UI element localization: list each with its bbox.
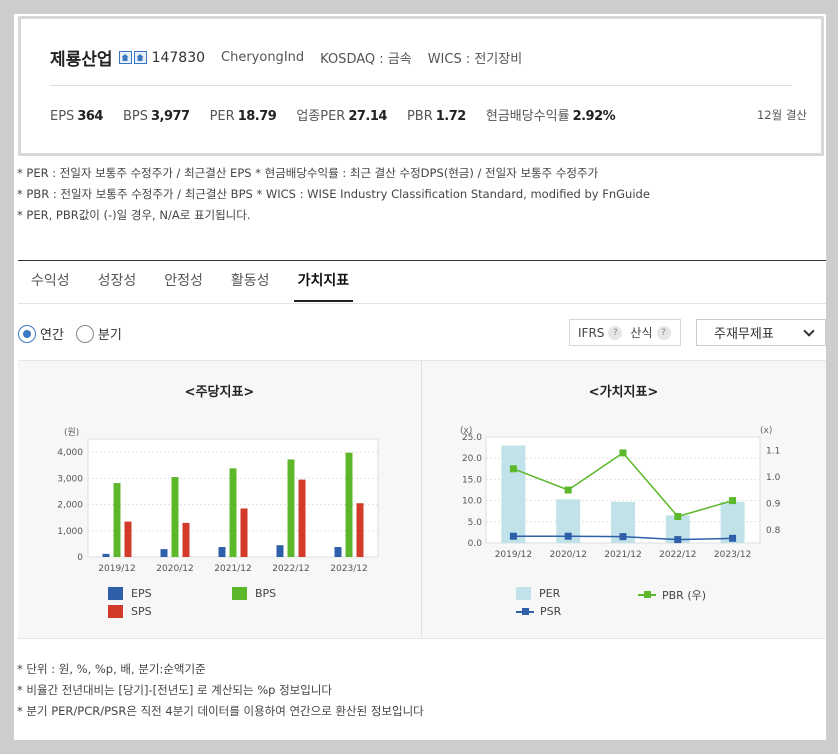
note-line: * PER, PBR값이 (-)일 경우, N/A로 표기됩니다. [17,208,251,222]
metric-per: PER 18.79 [210,109,277,124]
metric-label: 현금배당수익률 [485,109,570,124]
metric-label: BPS [122,109,148,124]
company-name: 제룡산업 [50,50,113,70]
legend-item-per: PER [516,587,560,600]
notes-bottom: * 단위 : 원, %, %p, 배, 분기:순액기준 * 비율간 전년대비는 … [17,659,424,722]
legend-item-sps: SPS [108,605,152,618]
tabs-top-border [18,260,826,261]
radio-annual-label[interactable]: 연간 [40,324,64,343]
metric-label: 업종PER [296,109,346,124]
ifrs-button[interactable]: IFRS ? [578,325,623,340]
per-share-legend: EPS BPS SPS [18,361,421,640]
tab-profitability[interactable]: 수익성 [31,270,70,302]
charts-area: <주당지표> (원) 0 1,000 2,000 3,000 4,000 2019/12 20… [18,360,826,639]
metric-industry-per: 업종PER 27.14 [296,105,387,124]
metric-eps: EPS 364 [50,109,103,124]
home-icon[interactable] [118,51,132,64]
period-selector: 연간 분기 [18,324,134,343]
radio-quarter-label[interactable]: 분기 [98,324,122,343]
metric-bps: BPS 3,977 [123,109,190,124]
notes-top: * PER : 전일자 보통주 수정주가 / 최근결산 EPS * 현금배당수익… [17,163,650,226]
legend-label: PER [539,587,561,600]
legend-swatch [108,605,123,618]
radio-quarter[interactable] [75,324,94,343]
radio-annual[interactable] [18,324,36,343]
homepage-icon[interactable] [133,51,147,64]
stock-code: 147830 [151,49,206,66]
metric-pbr: PBR 1.72 [407,109,466,124]
ifrs-formula-controls: IFRS ? 산식 ? [569,319,681,346]
metric-label: PBR [406,109,433,124]
note-line: * PBR : 전일자 보통주 수정주가 / 최근결산 BPS * WICS :… [17,187,650,201]
metric-dividend-yield: 현금배당수익률 2.92% [485,105,616,124]
company-summary-box: 제룡산업 147830 CheryongInd KOSDAQ : 금속 WICS… [18,16,824,156]
metrics-row: EPS 364 BPS 3,977 PER 18.79 업종PER 27.14 PBR 1… [50,105,635,124]
help-icon[interactable]: ? [656,325,671,340]
metric-value: 18.79 [237,109,277,124]
formula-button[interactable]: 산식 ? [630,324,671,341]
metric-label: PER [209,109,235,124]
market-info: KOSDAQ : 금속 [320,52,412,67]
company-english-name: CheryongInd [221,50,305,65]
legend-label: BPS [255,587,277,600]
legend-label: PBR (우) [662,589,707,602]
company-row: 제룡산업 147830 CheryongInd KOSDAQ : 금속 WICS… [50,45,523,71]
tab-growth[interactable]: 성장성 [98,270,137,302]
indicator-tabs: 수익성 성장성 안정성 활동성 가치지표 [31,270,381,302]
legend-swatch [516,587,531,600]
metric-value: 27.14 [348,109,387,124]
legend-line-icon [516,607,534,616]
formula-label: 산식 [630,326,653,340]
page-container: 제룡산업 147830 CheryongInd KOSDAQ : 금속 WICS… [14,14,826,740]
legend-label: PSR [540,605,562,618]
value-indicator-chart-panel: <가치지표> (x) (x) 0.0 5.0 10.0 15.0 20.0 25.0 0.8 0.… [422,361,825,640]
metric-value: 3,977 [150,109,190,124]
ifrs-label: IFRS [578,325,605,340]
settlement-month: 12월 결산 [756,108,807,122]
legend-item-pbr: PBR (우) [638,587,706,603]
tab-stability[interactable]: 안정성 [164,270,203,302]
metric-value: 1.72 [435,109,467,124]
per-share-chart-panel: <주당지표> (원) 0 1,000 2,000 3,000 4,000 2019/12 20… [18,361,421,640]
legend-item-bps: BPS [232,587,276,600]
note-line: * 비율간 전년대비는 [당기]-[전년도] 로 계산되는 %p 정보입니다 [17,683,332,697]
note-line: * PER : 전일자 보통주 수정주가 / 최근결산 EPS * 현금배당수익… [17,166,599,180]
wics-info: WICS : 전기장비 [427,52,523,67]
note-line: * 단위 : 원, %, %p, 배, 분기:순액기준 [17,662,206,676]
window-bottom-bar [0,740,838,754]
statement-type-select[interactable]: 주재무제표 [696,319,826,346]
tabs-bottom-border [18,303,826,304]
value-indicator-legend: PER PBR (우) PSR [422,361,825,640]
legend-label: SPS [131,605,152,618]
legend-item-eps: EPS [108,587,152,600]
metric-value: 2.92% [572,109,616,124]
header-divider [50,85,792,86]
legend-swatch [108,587,123,600]
select-value: 주재무제표 [714,327,774,342]
note-line: * 분기 PER/PCR/PSR은 직전 4분기 데이터를 이용하여 연간으로 … [17,704,424,718]
chevron-down-icon [803,325,815,337]
help-icon[interactable]: ? [608,325,623,340]
metric-label: EPS [50,109,75,124]
tab-value-indicators[interactable]: 가치지표 [293,270,354,302]
legend-label: EPS [131,587,152,600]
metric-value: 364 [77,109,103,124]
tab-activity[interactable]: 활동성 [231,270,270,302]
legend-line-icon [638,591,656,599]
legend-swatch [232,587,247,600]
legend-item-psr: PSR [516,605,561,618]
